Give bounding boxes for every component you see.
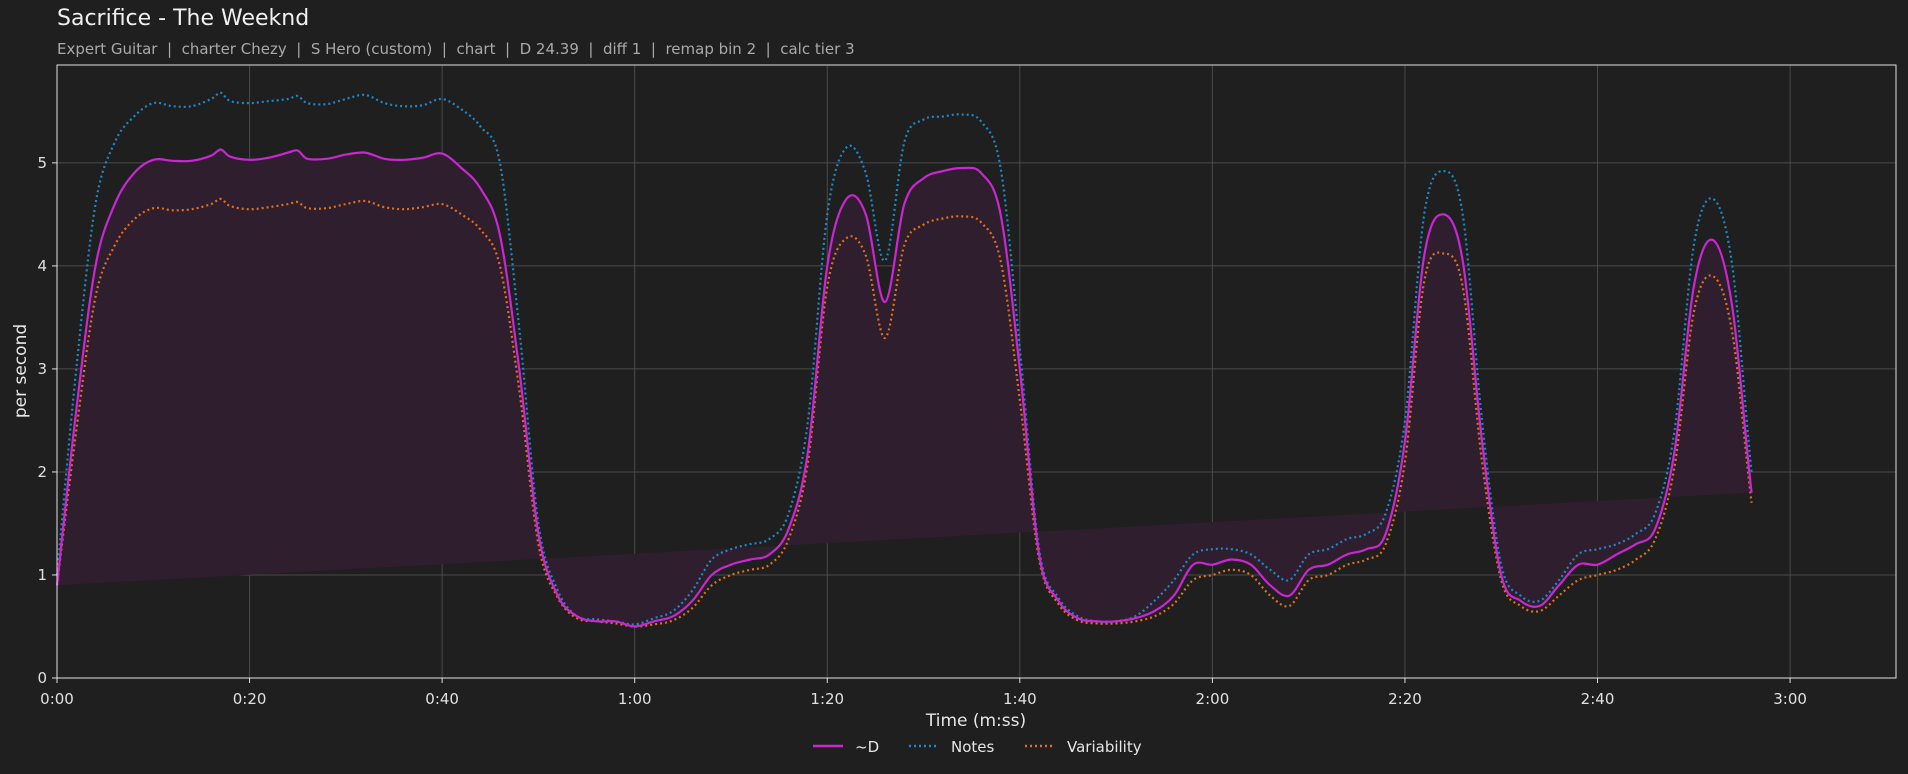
y-axis-label: per second [11,324,31,418]
x-axis-label: Time (m:ss) [925,711,1026,731]
y-tick-label: 5 [37,154,47,172]
y-tick-label: 3 [37,360,47,378]
x-tick-label: 1:40 [1003,690,1037,708]
x-tick-label: 2:00 [1196,690,1230,708]
legend-item-d: ~D [813,738,879,756]
legend-item-notes: Notes [909,738,995,756]
legend-label: Notes [951,738,995,756]
x-tick-label: 3:00 [1773,690,1807,708]
x-tick-label: 2:40 [1581,690,1615,708]
x-tick-label: 0:20 [233,690,267,708]
y-tick-label: 2 [37,463,47,481]
legend-label: Variability [1067,738,1142,756]
y-tick-label: 0 [37,669,47,687]
x-tick-label: 1:20 [810,690,844,708]
y-tick-label: 1 [37,566,47,584]
y-axis-ticks: 0 1 2 3 4 5 [37,154,57,687]
x-tick-label: 0:00 [40,690,74,708]
x-tick-label: 1:00 [618,690,652,708]
x-tick-label: 0:40 [425,690,459,708]
legend-item-variability: Variability [1025,738,1142,756]
y-tick-label: 4 [37,257,47,275]
line-chart: 0:00 0:20 0:40 1:00 1:20 1:40 2:00 2:20 2:40 3:00… [11,64,1897,756]
x-tick-label: 2:20 [1388,690,1422,708]
legend-label: ~D [855,738,879,756]
legend: ~D Notes Variability [813,738,1142,756]
x-axis-ticks: 0:00 0:20 0:40 1:00 1:20 1:40 2:00 2:20 2:40 3:00 [40,678,1807,708]
